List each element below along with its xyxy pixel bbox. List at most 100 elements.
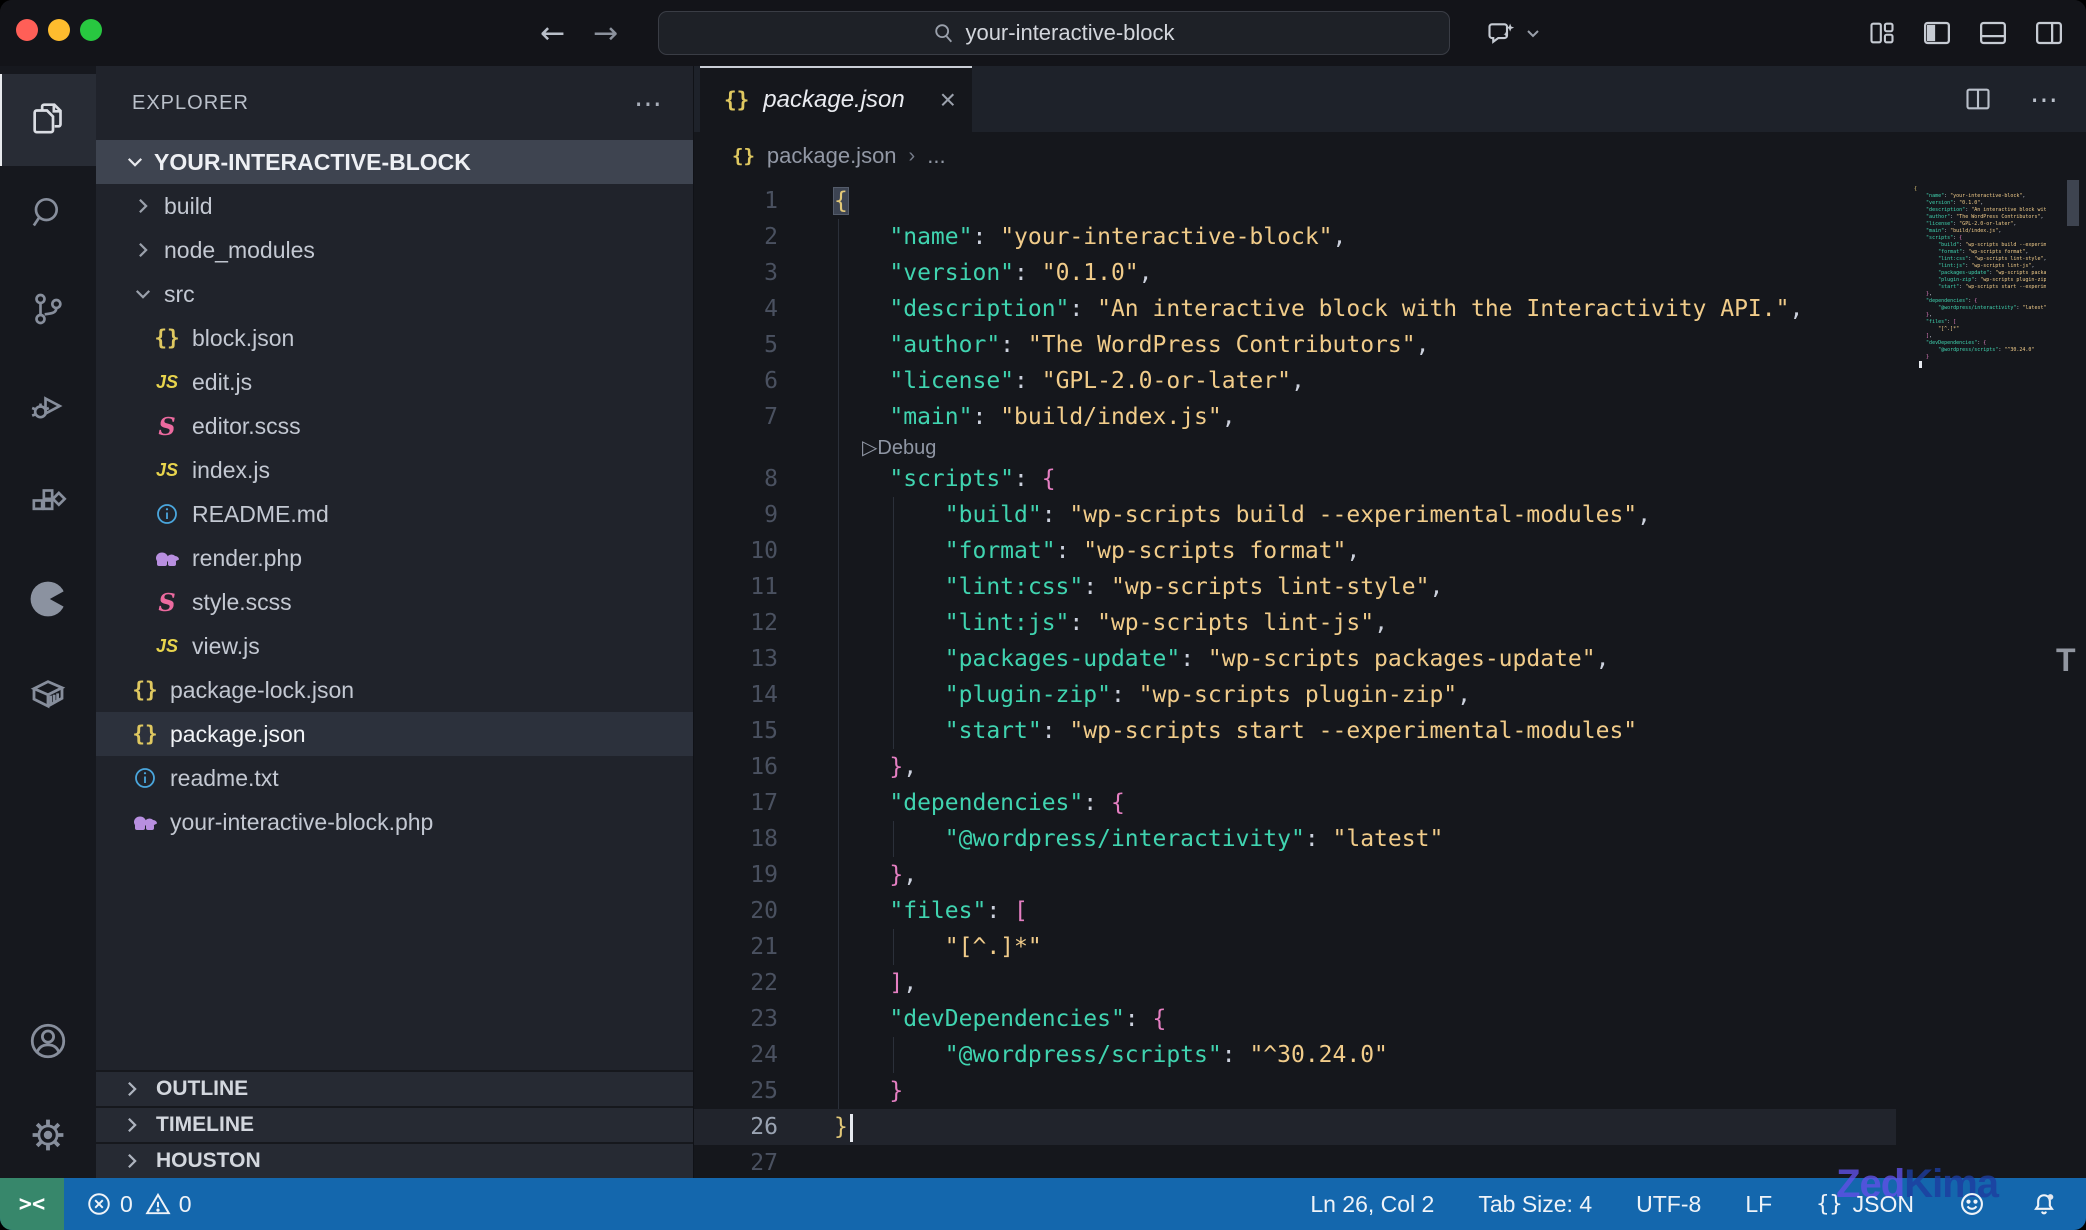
code-line-2[interactable]: 2 "name": "your-interactive-block", — [694, 219, 1896, 255]
code-line-22[interactable]: 22 ], — [694, 965, 1896, 1001]
minimap[interactable]: { "name": "your-interactive-block", "ver… — [1908, 180, 2046, 375]
code-line-25[interactable]: 25 } — [694, 1073, 1896, 1109]
status-language-mode[interactable]: {}JSON — [1816, 1191, 1914, 1218]
panel-header-houston[interactable]: HOUSTON — [96, 1142, 693, 1178]
code-line-5[interactable]: 5 "author": "The WordPress Contributors"… — [694, 327, 1896, 363]
command-center-search[interactable]: your-interactive-block — [658, 11, 1450, 55]
code-line-6[interactable]: 6 "license": "GPL-2.0-or-later", — [694, 363, 1896, 399]
status-label: Tab Size: 4 — [1478, 1191, 1592, 1218]
codelens-debug[interactable]: ▷Debug — [694, 435, 1896, 461]
status-notifications[interactable] — [2030, 1190, 2058, 1218]
problems-status[interactable]: 0 0 — [86, 1191, 192, 1218]
code-line-23[interactable]: 23 "devDependencies": { — [694, 1001, 1896, 1037]
tree-item-node-modules[interactable]: node_modules — [96, 228, 693, 272]
code-line-20[interactable]: 20 "files": [ — [694, 893, 1896, 929]
line-content: "plugin-zip": "wp-scripts plugin-zip", — [778, 677, 1471, 713]
tree-item-src[interactable]: src — [96, 272, 693, 316]
breadcrumb-more[interactable]: ... — [927, 143, 945, 169]
code-line-7[interactable]: 7 "main": "build/index.js", — [694, 399, 1896, 435]
bell-icon — [2030, 1190, 2058, 1218]
tree-item-your-interactive-block-php[interactable]: your-interactive-block.php — [96, 800, 693, 844]
accounts-icon[interactable] — [26, 1019, 70, 1063]
tree-item-readme-txt[interactable]: readme.txt — [96, 756, 693, 800]
explorer-icon[interactable] — [26, 96, 70, 140]
tree-item-edit-js[interactable]: JSedit.js — [96, 360, 693, 404]
status-indentation[interactable]: Tab Size: 4 — [1478, 1191, 1592, 1218]
minimize-window-button[interactable] — [48, 19, 70, 41]
breadcrumb-file[interactable]: package.json — [767, 143, 897, 169]
tree-item-render-php[interactable]: render.php — [96, 536, 693, 580]
line-content: "devDependencies": { — [778, 1001, 1166, 1037]
code-line-24[interactable]: 24 "@wordpress/scripts": "^30.24.0" — [694, 1037, 1896, 1073]
code-line-19[interactable]: 19 }, — [694, 857, 1896, 893]
breadcrumb[interactable]: {} package.json › ... — [694, 132, 2086, 180]
copilot-chat-icon[interactable] — [1487, 18, 1517, 48]
tree-item-build[interactable]: build — [96, 184, 693, 228]
code-line-8[interactable]: 8 "scripts": { — [694, 461, 1896, 497]
source-control-icon[interactable] — [26, 287, 70, 331]
tree-item-package-json[interactable]: {}package.json — [96, 712, 693, 756]
code-line-10[interactable]: 10 "format": "wp-scripts format", — [694, 533, 1896, 569]
code-line-4[interactable]: 4 "description": "An interactive block w… — [694, 291, 1896, 327]
navigate-forward-icon[interactable]: → — [593, 16, 618, 51]
remote-indicator[interactable]: >< — [0, 1178, 64, 1230]
code-line-1[interactable]: 1{ — [694, 183, 1896, 219]
status-feedback[interactable] — [1958, 1190, 1986, 1218]
tree-item-style-scss[interactable]: Sstyle.scss — [96, 580, 693, 624]
code-line-13[interactable]: 13 "packages-update": "wp-scripts packag… — [694, 641, 1896, 677]
project-root-row[interactable]: YOUR-INTERACTIVE-BLOCK — [96, 140, 693, 184]
panel-label: TIMELINE — [156, 1113, 254, 1137]
code-line-3[interactable]: 3 "version": "0.1.0", — [694, 255, 1896, 291]
code-line-15[interactable]: 15 "start": "wp-scripts start --experime… — [694, 713, 1896, 749]
panel-header-timeline[interactable]: TIMELINE — [96, 1106, 693, 1142]
package-box-extension-icon[interactable] — [26, 671, 70, 715]
navigate-back-icon[interactable]: ← — [540, 16, 565, 51]
tree-item-readme-md[interactable]: README.md — [96, 492, 693, 536]
more-actions-icon[interactable]: ⋯ — [2030, 83, 2058, 116]
chevron-down-icon[interactable] — [1525, 25, 1541, 41]
toggle-primary-sidebar-icon[interactable] — [1922, 18, 1952, 48]
code-line-16[interactable]: 16 }, — [694, 749, 1896, 785]
code-editor[interactable]: 1{2 "name": "your-interactive-block",3 "… — [694, 180, 2086, 1178]
status-encoding[interactable]: UTF-8 — [1636, 1191, 1701, 1218]
tree-item-view-js[interactable]: JSview.js — [96, 624, 693, 668]
codelens-icon: ▷ — [862, 437, 877, 459]
circle-extension-icon[interactable] — [26, 577, 70, 621]
code-line-18[interactable]: 18 "@wordpress/interactivity": "latest" — [694, 821, 1896, 857]
toggle-secondary-sidebar-icon[interactable] — [2034, 18, 2064, 48]
search-icon[interactable] — [26, 191, 70, 235]
tab-package-json[interactable]: {} package.json × — [700, 66, 972, 132]
panel-header-outline[interactable]: OUTLINE — [96, 1070, 693, 1106]
tree-item-block-json[interactable]: {}block.json — [96, 316, 693, 360]
code-line-21[interactable]: 21 "[^.]*" — [694, 929, 1896, 965]
zoom-window-button[interactable] — [80, 19, 102, 41]
code-line-12[interactable]: 12 "lint:js": "wp-scripts lint-js", — [694, 605, 1896, 641]
close-tab-icon[interactable]: × — [940, 86, 956, 114]
settings-icon[interactable] — [26, 1113, 70, 1157]
code-line-27[interactable]: 27 — [694, 1145, 1896, 1178]
customize-layout-icon[interactable] — [1868, 19, 1896, 47]
status-eol[interactable]: LF — [1745, 1191, 1772, 1218]
status-cursor-position[interactable]: Ln 26, Col 2 — [1310, 1191, 1434, 1218]
line-number: 13 — [694, 641, 778, 677]
code-line-17[interactable]: 17 "dependencies": { — [694, 785, 1896, 821]
line-content: "dependencies": { — [778, 785, 1125, 821]
sidebar-panels: OUTLINE TIMELINE HOUSTON — [96, 1070, 693, 1178]
scrollbar-thumb[interactable] — [2067, 180, 2079, 226]
line-number: 18 — [694, 821, 778, 857]
line-number: 17 — [694, 785, 778, 821]
toggle-panel-icon[interactable] — [1978, 18, 2008, 48]
split-editor-icon[interactable] — [1964, 85, 1992, 113]
code-line-9[interactable]: 9 "build": "wp-scripts build --experimen… — [694, 497, 1896, 533]
tree-item-index-js[interactable]: JSindex.js — [96, 448, 693, 492]
tree-item-package-lock-json[interactable]: {}package-lock.json — [96, 668, 693, 712]
run-and-debug-icon[interactable] — [26, 384, 70, 428]
code-line-14[interactable]: 14 "plugin-zip": "wp-scripts plugin-zip"… — [694, 677, 1896, 713]
tree-item-editor-scss[interactable]: Seditor.scss — [96, 404, 693, 448]
explorer-more-actions-icon[interactable]: ⋯ — [634, 87, 663, 120]
extensions-icon[interactable] — [26, 481, 70, 525]
file-label: render.php — [192, 545, 302, 572]
code-line-26[interactable]: 26} — [694, 1109, 1896, 1145]
close-window-button[interactable] — [16, 19, 38, 41]
code-line-11[interactable]: 11 "lint:css": "wp-scripts lint-style", — [694, 569, 1896, 605]
